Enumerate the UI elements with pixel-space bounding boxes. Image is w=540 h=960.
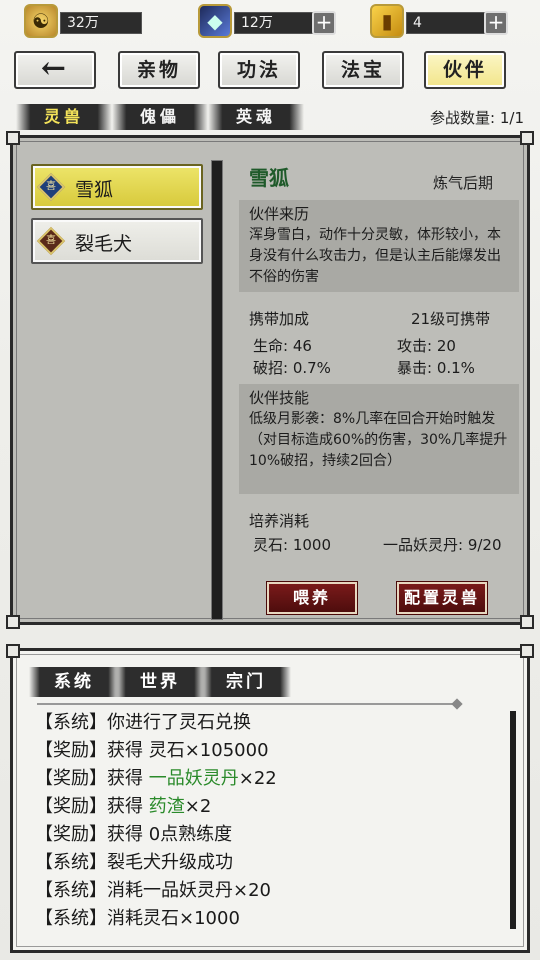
tab-puppet[interactable]: 傀儡 bbox=[112, 104, 208, 130]
panel-corner bbox=[520, 615, 534, 629]
stat-pierce: 破招: 0.7% bbox=[253, 359, 331, 377]
nav-item-treasure[interactable]: 法宝 bbox=[322, 51, 404, 89]
pet-title: 雪狐 bbox=[249, 166, 289, 190]
chat-line: 【奖励】获得 药渣×2 bbox=[35, 796, 212, 817]
gold-value: 4 bbox=[406, 12, 488, 34]
item-link[interactable]: 药渣 bbox=[149, 796, 185, 817]
gold-ingot-icon: ▮ bbox=[370, 4, 404, 38]
skill-section: 伙伴技能 低级月影袭：8%几率在回合开始时触发（对目标造成60%的伤害，30%几… bbox=[239, 384, 519, 494]
pet-realm: 炼气后期 bbox=[432, 174, 493, 192]
nav-item-label: 亲物 bbox=[136, 59, 181, 81]
cost-stone: 灵石: 1000 bbox=[253, 536, 331, 554]
back-arrow-icon: ← bbox=[40, 51, 70, 86]
chat-line: 【系统】裂毛犬升级成功 bbox=[35, 852, 233, 873]
skill-title: 伙伴技能 bbox=[249, 389, 310, 407]
bonus-title: 携带加成 bbox=[249, 310, 310, 328]
chat-panel: 系统 世界 宗门 【系统】你进行了灵石兑换 【奖励】获得 灵石×105000 【… bbox=[6, 644, 534, 953]
origin-section: 伙伴来历 浑身雪白，动作十分灵敏，体形较小，本身没有什么攻击力，但是认主后能爆发… bbox=[239, 200, 519, 292]
panel-corner bbox=[520, 131, 534, 145]
origin-text: 浑身雪白，动作十分灵敏，体形较小，本身没有什么攻击力，但是认主后能爆发出不俗的伤… bbox=[249, 227, 501, 285]
chat-line: 【奖励】获得 0点熟练度 bbox=[35, 824, 233, 845]
nav-item-label: 功法 bbox=[236, 59, 281, 81]
chat-line: 【系统】消耗灵石×1000 bbox=[35, 908, 240, 929]
tab-spirit-beast[interactable]: 灵兽 bbox=[16, 104, 112, 130]
item-link[interactable]: 一品妖灵丹 bbox=[149, 768, 239, 789]
panel-corner bbox=[6, 644, 20, 658]
nav-item-label: 伙伴 bbox=[442, 59, 487, 81]
chat-line: 【奖励】获得 一品妖灵丹×22 bbox=[35, 768, 277, 789]
currency-bar: ☯ 32万 ◆ 12万 + ▮ 4 + bbox=[0, 0, 540, 44]
add-crystal-button[interactable]: + bbox=[312, 11, 336, 35]
pet-badge-icon: 喜 bbox=[36, 226, 66, 256]
configure-beast-button[interactable]: 配置灵兽 bbox=[396, 581, 488, 615]
pet-list-item[interactable]: 喜 裂毛犬 bbox=[31, 218, 203, 264]
coin-icon: ☯ bbox=[24, 4, 58, 38]
pet-name-label: 裂毛犬 bbox=[75, 233, 133, 255]
nav-item-label: 法宝 bbox=[340, 59, 385, 81]
panel-corner bbox=[520, 644, 534, 658]
pet-list-item[interactable]: 喜 雪狐 bbox=[31, 164, 203, 210]
cost-pill: 一品妖灵丹: 9/20 bbox=[383, 536, 502, 554]
tab-system[interactable]: 系统 bbox=[29, 667, 119, 697]
bonus-requirement: 21级可携带 bbox=[411, 310, 491, 328]
list-scrollbar[interactable] bbox=[211, 160, 223, 620]
add-gold-button[interactable]: + bbox=[484, 11, 508, 35]
panel-corner bbox=[6, 131, 20, 145]
pet-name-label: 雪狐 bbox=[75, 179, 114, 201]
pet-badge-icon: 喜 bbox=[36, 172, 66, 202]
chat-scrollbar[interactable] bbox=[510, 711, 516, 929]
chat-log: 【系统】你进行了灵石兑换 【奖励】获得 灵石×105000 【奖励】获得 一品妖… bbox=[35, 709, 505, 933]
nav-item-items[interactable]: 亲物 bbox=[118, 51, 200, 89]
tab-world[interactable]: 世界 bbox=[115, 667, 205, 697]
back-button[interactable]: ← bbox=[14, 51, 96, 89]
stat-hp: 生命: 46 bbox=[253, 337, 312, 355]
feed-button[interactable]: 喂养 bbox=[266, 581, 358, 615]
crystal-icon: ◆ bbox=[198, 4, 232, 38]
skill-text: 低级月影袭：8%几率在回合开始时触发（对目标造成60%的伤害，30%几率提升10… bbox=[249, 411, 508, 469]
stat-crit: 暴击: 0.1% bbox=[397, 359, 475, 377]
tab-hero-soul[interactable]: 英魂 bbox=[208, 104, 304, 130]
chat-line: 【系统】你进行了灵石兑换 bbox=[35, 712, 251, 733]
panel-corner bbox=[6, 615, 20, 629]
stat-atk: 攻击: 20 bbox=[397, 337, 456, 355]
origin-title: 伙伴来历 bbox=[249, 205, 310, 223]
cost-title: 培养消耗 bbox=[249, 512, 310, 530]
companion-panel: 喜 雪狐 喜 裂毛犬 雪狐 炼气后期 伙伴来历 浑身雪白，动作十分灵敏，体形较小… bbox=[6, 131, 534, 629]
nav-item-companion[interactable]: 伙伴 bbox=[424, 51, 506, 89]
coins-value: 32万 bbox=[60, 12, 142, 34]
nav-item-skills[interactable]: 功法 bbox=[218, 51, 300, 89]
battle-count: 参战数量: 1/1 bbox=[430, 109, 524, 127]
chat-line: 【系统】消耗一品妖灵丹×20 bbox=[35, 880, 271, 901]
chat-line: 【奖励】获得 灵石×105000 bbox=[35, 740, 269, 761]
chat-divider bbox=[37, 703, 457, 705]
crystal-value: 12万 bbox=[234, 12, 316, 34]
tab-sect[interactable]: 宗门 bbox=[201, 667, 291, 697]
